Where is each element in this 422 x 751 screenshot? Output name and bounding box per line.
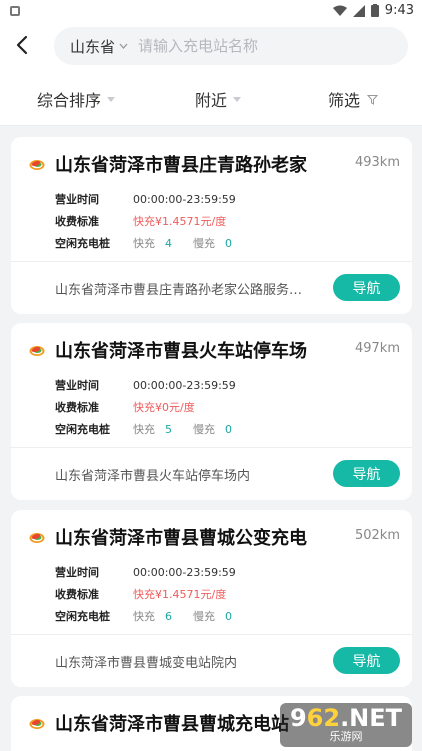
- station-address: 山东省菏泽市曹县火车站停车场内: [55, 469, 251, 484]
- search-box[interactable]: 山东省: [54, 27, 408, 65]
- slow-label: 慢充: [193, 237, 215, 250]
- fee-price: ¥1.4571元/度: [155, 215, 227, 228]
- slow-count: 0: [225, 236, 232, 250]
- divider: [11, 447, 412, 448]
- hours-value: 00:00:00-23:59:59: [133, 192, 236, 206]
- watermark-brand: 962.NET: [289, 704, 403, 732]
- navigate-button[interactable]: 导航: [333, 274, 400, 301]
- status-bar: 9:43: [0, 0, 422, 22]
- station-distance: 493km: [354, 155, 400, 170]
- hours-label: 营业时间: [55, 193, 99, 206]
- navigate-button[interactable]: 导航: [333, 460, 400, 487]
- screen-filter[interactable]: 筛选: [328, 87, 379, 111]
- fee-row: 收费标准 快充 ¥0元/度: [55, 399, 195, 415]
- station-search-input[interactable]: [138, 37, 379, 55]
- nearby-filter[interactable]: 附近: [195, 87, 242, 111]
- fee-fast-label: 快充: [133, 215, 155, 228]
- hours-row: 营业时间 00:00:00-23:59:59: [55, 377, 236, 393]
- station-name: 山东省菏泽市曹县火车站停车场: [55, 341, 307, 362]
- hours-label: 营业时间: [55, 566, 99, 579]
- charging-logo-icon: [29, 533, 45, 543]
- hours-value: 00:00:00-23:59:59: [133, 378, 236, 392]
- fee-label: 收费标准: [55, 588, 99, 601]
- hours-value: 00:00:00-23:59:59: [133, 565, 236, 579]
- fee-price: ¥1.4571元/度: [155, 588, 227, 601]
- funnel-icon: [367, 94, 379, 105]
- battery-icon: [370, 4, 379, 17]
- sort-filter-label: 综合排序: [37, 91, 102, 110]
- station-card[interactable]: 山东省菏泽市曹县曹城公变充电 502km 营业时间 00:00:00-23:59…: [11, 510, 412, 687]
- sort-filter[interactable]: 综合排序: [37, 87, 116, 111]
- caret-down-icon: [107, 96, 116, 102]
- slow-count: 0: [225, 609, 232, 623]
- station-card[interactable]: 山东省菏泽市曹县庄青路孙老家 493km 营业时间 00:00:00-23:59…: [11, 137, 412, 314]
- fast-label: 快充: [133, 423, 155, 436]
- slow-count: 0: [225, 422, 232, 436]
- signal-icon: [352, 4, 365, 17]
- watermark-subtitle: 乐游网: [329, 730, 363, 743]
- charging-logo-icon: [29, 346, 45, 356]
- idle-label: 空闲充电桩: [55, 423, 110, 436]
- filter-bar: 综合排序 附近 筛选: [0, 70, 422, 126]
- fast-count: 4: [165, 236, 172, 250]
- charging-logo-icon: [29, 160, 45, 170]
- clock-time: 9:43: [384, 3, 414, 18]
- hours-row: 营业时间 00:00:00-23:59:59: [55, 564, 236, 580]
- fast-count: 6: [165, 609, 172, 623]
- slow-label: 慢充: [193, 423, 215, 436]
- station-distance: 502km: [354, 528, 400, 543]
- idle-row: 空闲充电桩 快充 4 慢充 0: [55, 235, 243, 251]
- fast-count: 5: [165, 422, 172, 436]
- fee-row: 收费标准 快充 ¥1.4571元/度: [55, 213, 226, 229]
- fee-label: 收费标准: [55, 401, 99, 414]
- station-name: 山东省菏泽市曹县庄青路孙老家: [55, 155, 307, 176]
- station-card[interactable]: 山东省菏泽市曹县火车站停车场 497km 营业时间 00:00:00-23:59…: [11, 323, 412, 500]
- divider: [11, 261, 412, 262]
- idle-row: 空闲充电桩 快充 5 慢充 0: [55, 421, 243, 437]
- back-arrow-icon[interactable]: [12, 34, 34, 56]
- wifi-icon: [332, 5, 347, 16]
- nearby-filter-label: 附近: [195, 91, 228, 110]
- divider: [11, 634, 412, 635]
- search-header: 山东省: [0, 22, 422, 70]
- notification-icon: [10, 6, 20, 16]
- hours-label: 营业时间: [55, 379, 99, 392]
- station-name: 山东省菏泽市曹县曹城公变充电: [55, 528, 307, 549]
- fee-row: 收费标准 快充 ¥1.4571元/度: [55, 586, 226, 602]
- fee-price: ¥0元/度: [155, 401, 195, 414]
- station-distance: 497km: [354, 341, 400, 356]
- fee-label: 收费标准: [55, 215, 99, 228]
- screen-filter-label: 筛选: [328, 91, 361, 110]
- idle-label: 空闲充电桩: [55, 610, 110, 623]
- station-address: 山东菏泽市曹县曹城变电站院内: [55, 656, 238, 671]
- site-watermark: 962.NET 乐游网: [280, 703, 412, 747]
- chevron-down-icon[interactable]: [119, 43, 128, 49]
- idle-label: 空闲充电桩: [55, 237, 110, 250]
- slow-label: 慢充: [193, 610, 215, 623]
- fee-fast-label: 快充: [133, 588, 155, 601]
- hours-row: 营业时间 00:00:00-23:59:59: [55, 191, 236, 207]
- province-selector[interactable]: 山东省: [70, 36, 115, 57]
- navigate-button[interactable]: 导航: [333, 647, 400, 674]
- fast-label: 快充: [133, 237, 155, 250]
- fee-fast-label: 快充: [133, 401, 155, 414]
- caret-down-icon: [233, 96, 242, 102]
- station-address: 山东省菏泽市曹县庄青路孙老家公路服务…: [55, 283, 303, 298]
- idle-row: 空闲充电桩 快充 6 慢充 0: [55, 608, 243, 624]
- charging-logo-icon: [29, 719, 45, 729]
- fast-label: 快充: [133, 610, 155, 623]
